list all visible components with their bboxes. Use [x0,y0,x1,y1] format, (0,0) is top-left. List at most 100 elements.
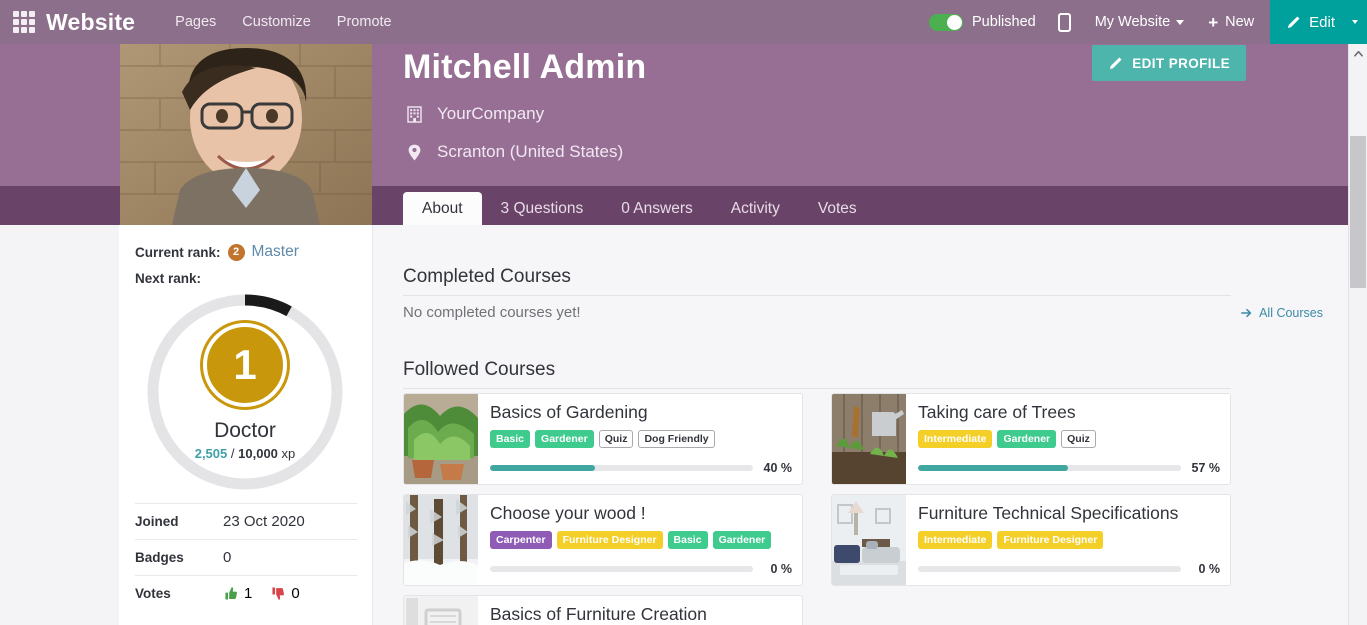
all-courses-link[interactable]: All Courses [1241,306,1323,320]
course-tags: Intermediate Gardener Quiz [918,430,1218,449]
course-tag: Quiz [1061,430,1096,449]
mobile-preview-icon[interactable] [1057,12,1071,32]
course-progress: 0 % [490,562,792,576]
xp-separator: / [230,446,235,461]
website-selector[interactable]: My Website [1094,14,1185,30]
thumbs-down-icon [272,587,285,600]
menu-item-promote[interactable]: Promote [337,14,392,30]
new-button-label: New [1225,14,1255,30]
course-tag: Furniture Designer [997,531,1104,550]
course-details: Taking care of Trees Intermediate Garden… [906,394,1230,484]
stat-value-badges: 0 [223,549,232,566]
top-menu: Pages Customize Promote [175,14,391,30]
course-progress: 40 % [490,461,792,475]
list-item[interactable]: Furniture Technical Specifications Inter… [831,494,1231,586]
progress-label: 0 % [770,562,792,576]
next-rank-medal-icon: 1 [203,323,287,407]
completed-courses-empty-message: No completed courses yet! [403,304,581,321]
course-thumbnail [832,495,906,585]
xp-current: 2,505 [194,446,228,461]
course-thumbnail [404,495,478,585]
app-brand-label[interactable]: Website [46,9,135,36]
building-icon [406,105,423,123]
page-title: Mitchell Admin [403,48,647,86]
list-item[interactable]: Basics of Gardening Basic Gardener Quiz … [403,393,803,485]
course-tag: Intermediate [918,531,993,550]
divider [403,388,1231,389]
tab-activity[interactable]: Activity [712,192,799,225]
progress-fill [918,465,1068,471]
course-tag: Intermediate [918,430,993,449]
menu-item-pages[interactable]: Pages [175,14,216,30]
progress-bar [918,566,1181,572]
menu-item-customize[interactable]: Customize [242,14,311,30]
rank-summary: 1 Doctor 2,505 / 10,000 xp [145,292,345,492]
progress-bar [918,465,1181,471]
xp-unit: xp [281,446,296,461]
course-tag: Carpenter [490,531,552,550]
course-progress: 0 % [918,562,1220,576]
new-button[interactable]: + New [1208,14,1254,31]
avatar [120,40,372,225]
top-navigation-bar: Website Pages Customize Promote Publishe… [0,0,1367,44]
chevron-down-icon [1176,19,1185,25]
map-pin-icon [406,144,423,161]
course-tag: Gardener [712,531,772,550]
course-tag: Gardener [997,430,1057,449]
list-item[interactable]: Basics of Furniture Creation [403,595,803,625]
thumbs-up-icon [225,587,238,600]
website-selector-label: My Website [1094,14,1171,30]
course-thumbnail [404,394,478,484]
course-details: Basics of Gardening Basic Gardener Quiz … [478,394,802,484]
scrollbar-up-button[interactable] [1349,44,1367,62]
votes-values: 1 0 [223,585,300,602]
stat-key-badges: Badges [135,550,184,565]
course-tag: Quiz [598,430,634,449]
current-rank-name[interactable]: Master [252,243,299,261]
tab-votes[interactable]: Votes [799,192,876,225]
apps-grid-icon[interactable] [11,9,37,35]
stat-key-votes: Votes [135,586,171,601]
course-progress: 57 % [918,461,1220,475]
edit-dropdown-button[interactable] [1349,0,1367,44]
edit-button[interactable]: Edit [1270,0,1349,44]
edit-profile-button[interactable]: EDIT PROFILE [1092,45,1246,81]
votes-down: 0 [270,585,300,602]
tab-answers[interactable]: 0 Answers [602,192,712,225]
progress-fill [490,465,596,471]
scrollbar-thumb[interactable] [1350,136,1366,288]
followed-courses-title: Followed Courses [403,359,556,380]
profile-stats-table: Joined 23 Oct 2020 Badges 0 Votes 1 0 [135,503,357,611]
progress-label: 0 % [1198,562,1220,576]
tab-questions[interactable]: 3 Questions [482,192,603,225]
votes-up: 1 [223,585,252,602]
chevron-up-icon [1353,50,1363,57]
profile-location: Scranton (United States) [406,142,623,162]
tab-about[interactable]: About [403,192,482,225]
completed-courses-title: Completed Courses [403,266,571,287]
stat-key-joined: Joined [135,514,179,529]
table-row: Joined 23 Oct 2020 [135,503,357,539]
next-rank-label: Next rank: [135,271,202,286]
pencil-icon [1110,57,1122,69]
rank-medal-icon: 2 [227,243,245,261]
vertical-scrollbar[interactable] [1348,44,1367,625]
votes-down-count: 0 [291,585,300,602]
progress-label: 40 % [763,461,793,475]
publish-switch[interactable] [929,13,964,31]
all-courses-label: All Courses [1259,306,1323,320]
publish-toggle[interactable]: Published [929,13,1036,31]
course-title: Basics of Gardening [490,402,648,422]
list-item[interactable]: Choose your wood ! Carpenter Furniture D… [403,494,803,586]
course-title: Basics of Furniture Creation [490,604,707,624]
profile-company: YourCompany [406,104,544,124]
list-item[interactable]: Taking care of Trees Intermediate Garden… [831,393,1231,485]
course-tags: Carpenter Furniture Designer Basic Garde… [490,531,790,550]
profile-tabs: About 3 Questions 0 Answers Activity Vot… [403,186,876,225]
edit-button-label: Edit [1309,13,1335,31]
course-title: Furniture Technical Specifications [918,503,1179,523]
progress-label: 57 % [1191,461,1221,475]
publish-label: Published [972,14,1036,30]
course-thumbnail [832,394,906,484]
course-tag: Dog Friendly [638,430,715,449]
